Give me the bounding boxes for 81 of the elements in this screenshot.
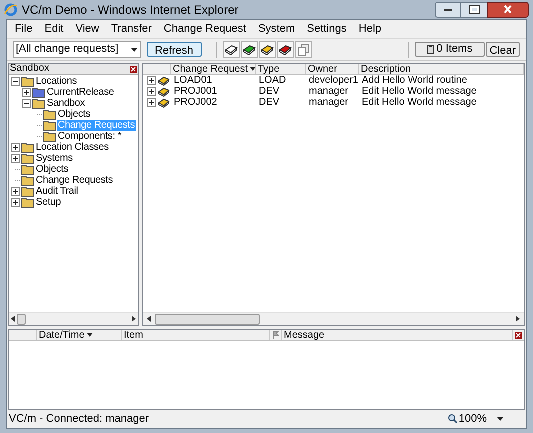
tree-item[interactable]: CurrentRelease (46, 87, 116, 98)
pane-title: Sandbox (10, 64, 50, 74)
book-icon (158, 76, 170, 86)
column-header[interactable]: Item (122, 330, 270, 340)
tree-item[interactable]: Objects (35, 164, 70, 175)
zoom-icon (448, 414, 458, 424)
menu-item[interactable]: Edit (44, 21, 64, 38)
table-cell-text: LOAD (258, 75, 288, 86)
table-cell-text: DEV (258, 86, 281, 97)
tree-item[interactable]: Components: * (57, 131, 123, 142)
menu-item[interactable]: File (15, 21, 33, 38)
column-header[interactable]: Change Request (171, 64, 256, 74)
scroll-left-icon[interactable] (147, 316, 151, 322)
tree-item[interactable]: Audit Trail (35, 186, 80, 197)
items-button[interactable]: 0 Items (414, 42, 485, 57)
column-header[interactable]: Type (256, 64, 306, 74)
tree-item[interactable]: Location Classes (35, 142, 110, 153)
menu-item[interactable]: Change Request (164, 21, 246, 38)
expand-icon[interactable] (11, 143, 20, 152)
minimize-button[interactable] (435, 2, 461, 18)
book-button[interactable] (240, 41, 258, 58)
scroll-left-icon[interactable] (11, 316, 15, 322)
expand-icon[interactable] (11, 187, 20, 196)
table-cell-text: manager (308, 86, 350, 97)
scrollbar-thumb[interactable] (155, 314, 260, 324)
close-icon[interactable] (130, 66, 137, 72)
book-button[interactable] (276, 41, 294, 58)
collapse-icon[interactable] (22, 99, 31, 108)
expand-icon[interactable] (147, 76, 156, 85)
menu-item[interactable]: View (76, 21, 100, 38)
menu-item[interactable]: Help (358, 21, 382, 38)
scroll-right-icon[interactable] (516, 316, 520, 322)
zoom-level[interactable]: 100% (458, 410, 487, 428)
book-button[interactable] (258, 41, 276, 58)
column-header[interactable]: Message (282, 330, 513, 340)
table-cell-text: PROJ001 (173, 86, 218, 97)
window-title: VC/m Demo - Windows Internet Explorer (22, 2, 240, 18)
table-cell-text: Edit Hello World message (361, 97, 478, 108)
expand-icon[interactable] (147, 87, 156, 96)
column-header[interactable]: Description (359, 64, 524, 74)
book-icon (158, 98, 170, 108)
table-cell-text: PROJ002 (173, 97, 218, 108)
maximize-button[interactable] (461, 2, 487, 18)
tree-item[interactable]: Change Requests (35, 175, 114, 186)
table-cell-text: developer1 (308, 75, 359, 86)
flag-icon[interactable] (272, 331, 278, 339)
book-icon (158, 86, 170, 96)
menu-item[interactable]: System (258, 21, 296, 38)
tree-item[interactable]: Sandbox (46, 98, 86, 109)
scroll-right-icon[interactable] (132, 316, 136, 322)
clipboard-icon (426, 45, 434, 54)
refresh-button[interactable]: Refresh (147, 42, 202, 57)
filter-dropdown[interactable]: [All change requests] (13, 41, 141, 58)
close-icon (503, 5, 513, 14)
menu-item[interactable]: Settings (307, 21, 347, 38)
dropdown-arrow-icon (131, 48, 138, 52)
close-button[interactable] (487, 2, 529, 18)
dropdown-arrow-icon[interactable] (497, 417, 504, 421)
collapse-icon[interactable] (11, 77, 20, 86)
tree-item[interactable]: Setup (35, 197, 62, 208)
column-header[interactable]: Owner (306, 64, 359, 74)
scrollbar-thumb[interactable] (17, 314, 26, 324)
close-icon[interactable] (515, 332, 522, 338)
table-cell-text: DEV (258, 97, 281, 108)
tree-item[interactable]: Systems (35, 153, 74, 164)
status-text: VC/m - Connected: manager (9, 412, 150, 427)
tree-item[interactable]: Objects (57, 109, 92, 120)
browser-logo-icon (4, 2, 18, 16)
expand-icon[interactable] (11, 154, 20, 163)
tree-item[interactable]: Locations (35, 76, 78, 87)
clear-button[interactable]: Clear (486, 42, 520, 57)
column-header[interactable]: Date/Time (37, 330, 122, 340)
expand-icon[interactable] (147, 98, 156, 107)
expand-icon[interactable] (22, 88, 31, 97)
table-cell-text: Add Hello World routine (361, 75, 468, 86)
table-cell-text: Edit Hello World message (361, 86, 478, 97)
expand-icon[interactable] (11, 198, 20, 207)
table-cell-text: manager (308, 97, 350, 108)
table-cell-text: LOAD01 (173, 75, 214, 86)
book-button[interactable] (222, 41, 240, 58)
menu-item[interactable]: Transfer (111, 21, 152, 38)
